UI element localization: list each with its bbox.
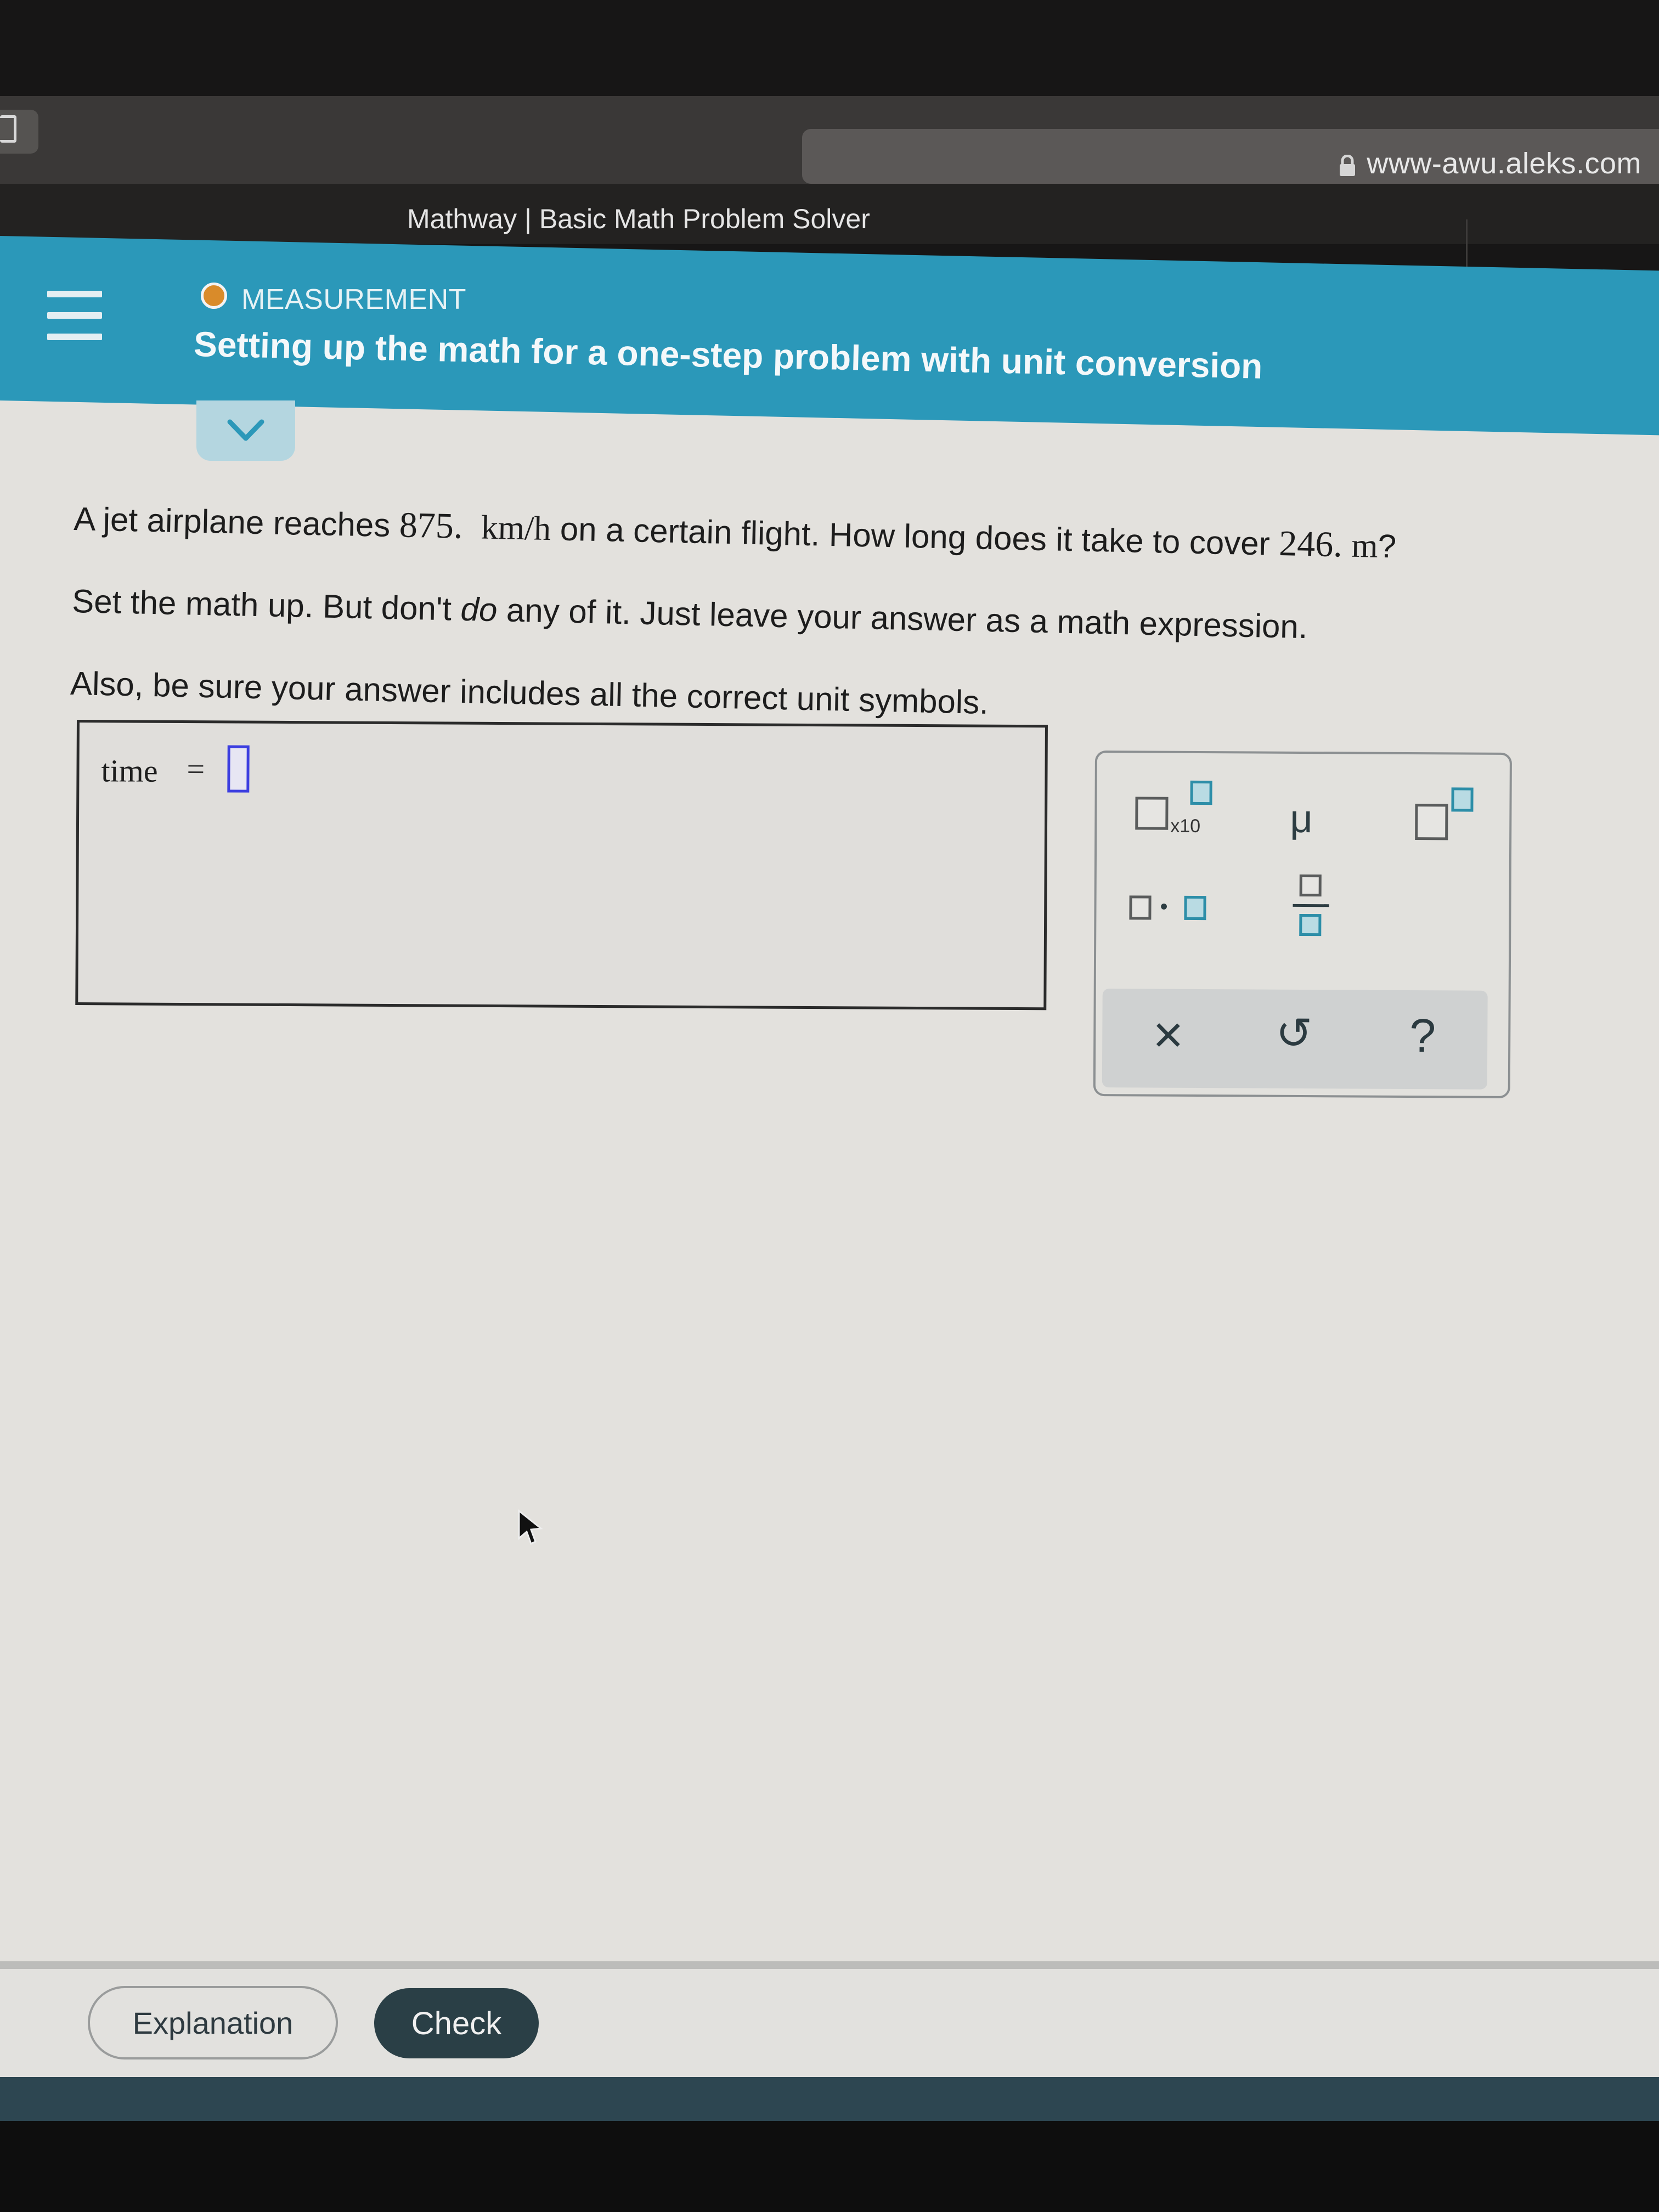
address-bar[interactable]: www-awu.aleks.com (802, 129, 1659, 184)
question-text: A jet airplane reaches 875. km/h on a ce… (70, 477, 1397, 752)
url-text: www-awu.aleks.com (1367, 147, 1641, 180)
sidebar-toggle-button[interactable] (0, 110, 38, 154)
chevron-down-icon (227, 419, 264, 441)
answer-variable: time (101, 753, 158, 789)
lock-icon (1340, 155, 1356, 176)
answer-input-area[interactable]: time = (75, 720, 1048, 1011)
explanation-button[interactable]: Explanation (88, 1986, 338, 2059)
footer-divider (0, 1961, 1659, 1969)
fraction-button[interactable] (1266, 864, 1355, 952)
screen: www-awu.aleks.com Mathway | Basic Math P… (0, 0, 1659, 2212)
multiply-dot-button[interactable]: • (1118, 873, 1228, 940)
check-button[interactable]: Check (374, 1988, 539, 2058)
topic-label: MEASUREMENT (241, 284, 466, 315)
sidebar-toggle-icon (0, 115, 16, 143)
speed-value: 875. (399, 505, 464, 546)
bottom-status-bar (0, 2077, 1659, 2121)
undo-icon[interactable]: ↺ (1276, 1009, 1312, 1058)
superscript-button[interactable] (1404, 782, 1492, 854)
math-palette: x10 μ • × ↺ ? (1093, 751, 1512, 1098)
hamburger-menu-icon[interactable] (47, 291, 102, 340)
scientific-notation-button[interactable]: x10 (1124, 780, 1223, 847)
topic-status-icon (201, 283, 227, 309)
mouse-cursor-icon (518, 1509, 543, 1545)
equals-sign: = (187, 751, 205, 787)
monitor-bezel (0, 2121, 1659, 2212)
distance-value: 246. (1278, 523, 1343, 565)
palette-actions-bar: × ↺ ? (1102, 989, 1488, 1090)
tab-title[interactable]: Mathway | Basic Math Problem Solver (407, 203, 870, 235)
help-icon[interactable]: ? (1409, 1009, 1436, 1062)
collapse-header-button[interactable] (196, 400, 295, 461)
clear-icon[interactable]: × (1153, 1006, 1184, 1064)
mu-button[interactable]: μ (1261, 781, 1350, 848)
answer-input-slot[interactable] (227, 745, 250, 793)
distance-unit: m (1351, 527, 1379, 565)
speed-unit: km/h (481, 509, 551, 548)
